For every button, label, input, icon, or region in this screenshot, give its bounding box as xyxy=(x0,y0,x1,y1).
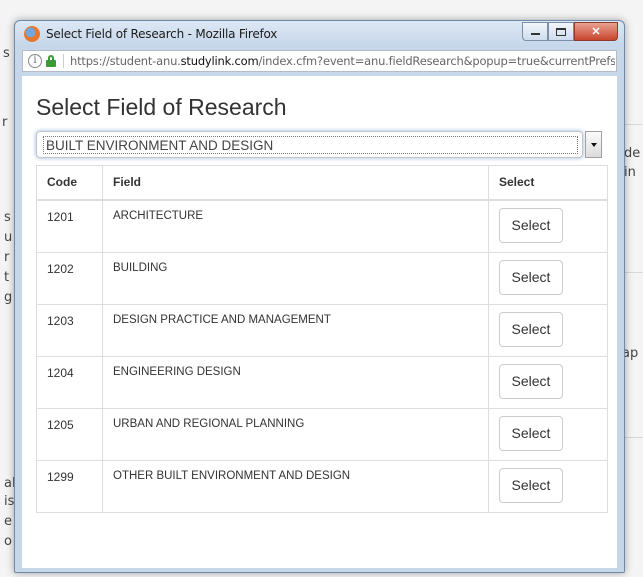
background-divider xyxy=(622,437,643,438)
info-icon[interactable]: i xyxy=(28,54,42,68)
dropdown-button[interactable] xyxy=(585,131,602,158)
page-title: Select Field of Research xyxy=(36,94,287,120)
row-code: 1202 xyxy=(36,251,103,305)
table-row: 1203 DESIGN PRACTICE AND MANAGEMENT Sele… xyxy=(36,303,608,357)
row-field: ENGINEERING DESIGN xyxy=(102,355,489,409)
select-button[interactable]: Select xyxy=(499,207,563,243)
row-code: 1201 xyxy=(36,199,103,253)
row-select-cell: Select xyxy=(488,303,608,357)
select-button[interactable]: Select xyxy=(499,467,563,503)
row-select-cell: Select xyxy=(488,459,608,513)
row-field: OTHER BUILT ENVIRONMENT AND DESIGN xyxy=(102,459,489,513)
background-text-fragment: o xyxy=(4,534,12,549)
division-select-value: BUILT ENVIRONMENT AND DESIGN xyxy=(43,136,578,154)
column-header-code: Code xyxy=(36,165,103,201)
row-code: 1204 xyxy=(36,355,103,409)
row-field: URBAN AND REGIONAL PLANNING xyxy=(102,407,489,461)
popup-window: Select Field of Research - Mozilla Firef… xyxy=(14,20,625,573)
table-row: 1204 ENGINEERING DESIGN Select xyxy=(36,355,608,409)
url-separator xyxy=(63,54,64,68)
division-select[interactable]: BUILT ENVIRONMENT AND DESIGN xyxy=(36,131,583,158)
url-bar[interactable]: i https://student-anu.studylink.com/inde… xyxy=(22,50,617,72)
row-code: 1205 xyxy=(36,407,103,461)
row-code: 1203 xyxy=(36,303,103,357)
background-text-fragment: u xyxy=(4,230,13,245)
row-field: ARCHITECTURE xyxy=(102,199,489,253)
window-controls: ✕ xyxy=(522,22,618,42)
background-text-fragment: e xyxy=(4,514,12,529)
firefox-icon xyxy=(24,26,40,42)
background-text-fragment: r xyxy=(4,250,10,265)
column-header-field: Field xyxy=(102,165,489,201)
background-divider xyxy=(622,272,643,273)
row-field: DESIGN PRACTICE AND MANAGEMENT xyxy=(102,303,489,357)
select-button[interactable]: Select xyxy=(499,259,563,295)
chevron-down-icon xyxy=(591,143,597,147)
url-text[interactable]: https://student-anu.studylink.com/index.… xyxy=(70,54,615,68)
background-text-fragment: in xyxy=(624,165,636,180)
background-text-fragment: de xyxy=(624,146,641,161)
window-title: Select Field of Research - Mozilla Firef… xyxy=(46,27,278,41)
url-suffix: /index.cfm?event=anu.fieldResearch&popup… xyxy=(258,54,615,68)
row-select-cell: Select xyxy=(488,199,608,253)
table-row: 1205 URBAN AND REGIONAL PLANNING Select xyxy=(36,407,608,461)
select-button[interactable]: Select xyxy=(499,415,563,451)
minimize-icon xyxy=(530,33,540,35)
row-select-cell: Select xyxy=(488,355,608,409)
background-text-fragment: r xyxy=(2,115,8,130)
close-icon: ✕ xyxy=(591,26,601,38)
table-row: 1299 OTHER BUILT ENVIRONMENT AND DESIGN … xyxy=(36,459,608,513)
close-button[interactable]: ✕ xyxy=(574,22,618,41)
select-button[interactable]: Select xyxy=(499,311,563,347)
maximize-button[interactable] xyxy=(548,22,574,41)
field-of-research-table: Code Field Select 1201 ARCHITECTURE Sele… xyxy=(36,165,608,513)
url-prefix: https://student-anu. xyxy=(70,54,181,68)
title-bar[interactable]: Select Field of Research - Mozilla Firef… xyxy=(15,21,624,47)
row-select-cell: Select xyxy=(488,407,608,461)
column-header-select: Select xyxy=(488,165,608,201)
select-button[interactable]: Select xyxy=(499,363,563,399)
background-text-fragment: g xyxy=(4,290,13,305)
row-code: 1299 xyxy=(36,459,103,513)
background-text-fragment: t xyxy=(4,270,10,285)
row-select-cell: Select xyxy=(488,251,608,305)
popup-content: Select Field of Research BUILT ENVIRONME… xyxy=(22,76,617,568)
lock-icon[interactable] xyxy=(46,55,56,67)
table-header-row: Code Field Select xyxy=(36,165,608,201)
background-text-fragment: is xyxy=(4,494,15,509)
maximize-icon xyxy=(556,27,566,36)
background-text-fragment: s xyxy=(3,46,10,61)
minimize-button[interactable] xyxy=(522,22,548,41)
background-divider xyxy=(622,124,643,125)
row-field: BUILDING xyxy=(102,251,489,305)
table-row: 1202 BUILDING Select xyxy=(36,251,608,305)
background-text-fragment: s xyxy=(4,210,11,225)
url-domain: studylink.com xyxy=(180,54,259,68)
table-row: 1201 ARCHITECTURE Select xyxy=(36,199,608,253)
